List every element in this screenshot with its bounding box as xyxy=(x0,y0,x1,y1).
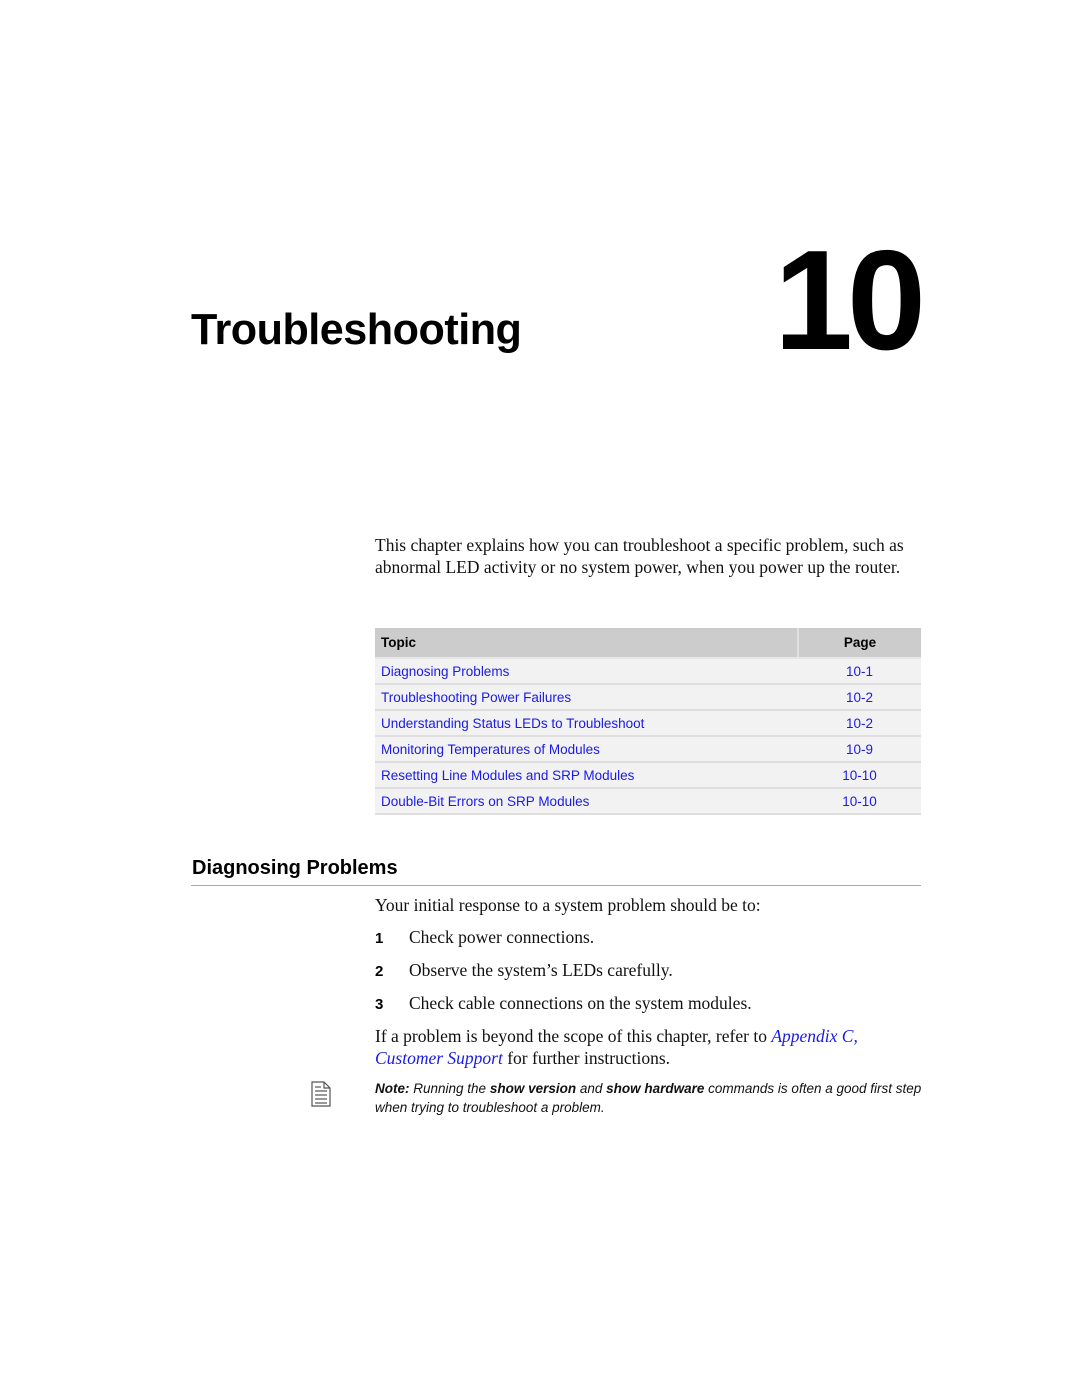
step-text: Check power connections. xyxy=(409,927,595,947)
section-lead: Your initial response to a system proble… xyxy=(375,895,761,915)
topic-table: Topic Page Diagnosing Problems 10-1 Trou… xyxy=(375,628,921,815)
command-show-version: show version xyxy=(489,1081,577,1096)
step-number: 2 xyxy=(375,963,384,980)
topic-link[interactable]: Diagnosing Problems xyxy=(375,658,798,685)
step-text: Check cable connections on the system mo… xyxy=(409,993,752,1013)
table-row: Double-Bit Errors on SRP Modules 10-10 xyxy=(375,788,921,815)
note-document-icon xyxy=(311,1081,331,1107)
refer-text-before: If a problem is beyond the scope of this… xyxy=(375,1026,772,1046)
step-number: 1 xyxy=(375,930,384,947)
chapter-title: Troubleshooting xyxy=(191,305,522,354)
table-row: Resetting Line Modules and SRP Modules 1… xyxy=(375,762,921,789)
refer-paragraph: If a problem is beyond the scope of this… xyxy=(375,1025,925,1069)
table-row: Understanding Status LEDs to Troubleshoo… xyxy=(375,710,921,737)
table-row: Diagnosing Problems 10-1 xyxy=(375,658,921,685)
section-divider xyxy=(191,885,921,886)
command-show-hardware: show hardware xyxy=(606,1081,705,1096)
page-link[interactable]: 10-10 xyxy=(798,788,921,815)
list-item: 2 Observe the system’s LEDs carefully. xyxy=(375,960,752,993)
topic-link[interactable]: Double-Bit Errors on SRP Modules xyxy=(375,788,798,815)
table-row: Monitoring Temperatures of Modules 10-9 xyxy=(375,736,921,763)
topic-column-header: Topic xyxy=(375,628,798,659)
chapter-number: 10 xyxy=(774,221,926,380)
document-page: Troubleshooting 10 This chapter explains… xyxy=(0,0,1080,1397)
page-link[interactable]: 10-10 xyxy=(798,762,921,789)
topic-link[interactable]: Resetting Line Modules and SRP Modules xyxy=(375,762,798,789)
chapter-intro: This chapter explains how you can troubl… xyxy=(375,535,904,577)
note-paragraph: Note: Running the show version and show … xyxy=(375,1079,925,1117)
list-item: 3 Check cable connections on the system … xyxy=(375,993,752,1026)
topic-table-header: Topic Page xyxy=(375,628,921,659)
step-number: 3 xyxy=(375,996,384,1013)
note-label: Note: xyxy=(375,1081,410,1096)
topic-link[interactable]: Monitoring Temperatures of Modules xyxy=(375,736,798,763)
steps-list: 1 Check power connections. 2 Observe the… xyxy=(375,927,752,1026)
page-link[interactable]: 10-9 xyxy=(798,736,921,763)
topic-link[interactable]: Troubleshooting Power Failures xyxy=(375,684,798,711)
section-heading: Diagnosing Problems xyxy=(192,857,398,879)
list-item: 1 Check power connections. xyxy=(375,927,752,960)
note-text: and xyxy=(576,1081,607,1096)
page-link[interactable]: 10-2 xyxy=(798,684,921,711)
step-text: Observe the system’s LEDs carefully. xyxy=(409,960,673,980)
page-column-header: Page xyxy=(797,628,921,659)
topic-link[interactable]: Understanding Status LEDs to Troubleshoo… xyxy=(375,710,798,737)
page-link[interactable]: 10-2 xyxy=(798,710,921,737)
table-row: Troubleshooting Power Failures 10-2 xyxy=(375,684,921,711)
page-link[interactable]: 10-1 xyxy=(798,658,921,685)
note-text: Running the xyxy=(409,1081,490,1096)
refer-text-after: for further instructions. xyxy=(502,1048,671,1068)
